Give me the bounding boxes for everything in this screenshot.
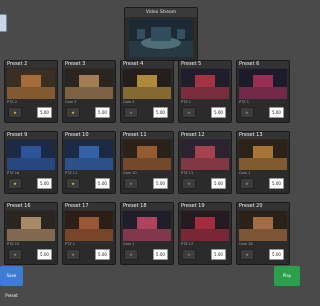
preset-name: Preset 2 — [5, 61, 57, 68]
preset-card[interactable]: Preset 17 PTZ 1 ★ 5.00 — [62, 202, 116, 265]
duration-input[interactable]: 5.00 — [153, 107, 168, 118]
preset-card[interactable]: Preset 12 PTZ 11 ★ 5.00 — [178, 131, 232, 194]
preset-name: Preset 12 — [179, 132, 231, 139]
preset-thumbnail[interactable] — [123, 211, 171, 241]
star-icon[interactable]: ★ — [182, 178, 196, 189]
star-icon[interactable]: ★ — [240, 249, 254, 260]
duration-input[interactable]: 5.00 — [95, 249, 110, 260]
preset-card[interactable]: Preset 20 Cam 18 ★ 5.00 — [236, 202, 290, 265]
preset-thumbnail[interactable] — [181, 69, 229, 99]
preset-camera-label: PTZ 1 — [239, 100, 249, 104]
preset-camera-label: PTZ 11 — [65, 171, 78, 175]
preset-name: Preset 17 — [63, 203, 115, 210]
preset-name: Preset 16 — [5, 203, 57, 210]
star-icon[interactable]: ★ — [66, 178, 80, 189]
preset-card[interactable]: Preset 6 PTZ 1 ★ 5.00 — [236, 60, 290, 123]
video-stream-preview — [129, 19, 193, 57]
duration-input[interactable]: 5.00 — [37, 107, 52, 118]
preset-card[interactable]: Preset 2 PTZ 2 ★ 5.00 — [4, 60, 58, 123]
preset-card[interactable]: Preset 9 PTZ 16 ★ 5.00 — [4, 131, 58, 194]
star-icon[interactable]: ★ — [8, 107, 22, 118]
duration-input[interactable]: 5.00 — [211, 249, 226, 260]
star-icon[interactable]: ★ — [182, 107, 196, 118]
preset-thumbnail[interactable] — [239, 69, 287, 99]
star-icon[interactable]: ★ — [240, 107, 254, 118]
preset-name: Preset 11 — [121, 132, 173, 139]
star-icon[interactable]: ★ — [8, 249, 22, 260]
preset-camera-label: PTZ 15 — [7, 242, 20, 246]
save-preset-button[interactable]: Save Preset — [0, 266, 23, 298]
duration-input[interactable]: 5.00 — [269, 249, 284, 260]
preset-thumbnail[interactable] — [7, 140, 55, 170]
preset-camera-label: Cam 18 — [239, 242, 253, 246]
preset-name: Preset 10 — [63, 132, 115, 139]
star-icon[interactable]: ★ — [124, 178, 138, 189]
duration-input[interactable]: 5.00 — [37, 178, 52, 189]
preset-thumbnail[interactable] — [65, 69, 113, 99]
duration-input[interactable]: 5.00 — [95, 107, 110, 118]
preset-card[interactable]: Preset 4 Cam 3 ★ 5.00 — [120, 60, 174, 123]
duration-input[interactable]: 5.00 — [37, 249, 52, 260]
preset-thumbnail[interactable] — [65, 140, 113, 170]
preset-camera-label: Cam 10 — [123, 171, 137, 175]
preset-card[interactable]: Preset 3 Cam 3 ★ 5.00 — [62, 60, 116, 123]
expand-panel-button[interactable] — [0, 14, 7, 32]
duration-input[interactable]: 5.00 — [95, 178, 110, 189]
preset-name: Preset 13 — [237, 132, 289, 139]
preset-camera-label: PTZ 2 — [7, 100, 17, 104]
preset-camera-label: Cam 3 — [123, 100, 135, 104]
video-stream-panel: Video Stream — [124, 7, 198, 61]
preset-thumbnail[interactable] — [239, 140, 287, 170]
preset-card[interactable]: Preset 19 PTZ 17 ★ 5.00 — [178, 202, 232, 265]
preset-name: Preset 3 — [63, 61, 115, 68]
duration-input[interactable]: 5.00 — [153, 249, 168, 260]
preset-card[interactable]: Preset 13 Cam 1 ★ 5.00 — [236, 131, 290, 194]
star-icon[interactable]: ★ — [124, 107, 138, 118]
preset-name: Preset 6 — [237, 61, 289, 68]
preset-thumbnail[interactable] — [123, 69, 171, 99]
video-stream-title: Video Stream — [125, 8, 197, 17]
star-icon[interactable]: ★ — [66, 107, 80, 118]
preset-name: Preset 9 — [5, 132, 57, 139]
preset-name: Preset 18 — [121, 203, 173, 210]
preset-camera-label: PTZ 16 — [7, 171, 20, 175]
preset-thumbnail[interactable] — [181, 140, 229, 170]
duration-input[interactable]: 5.00 — [211, 107, 226, 118]
preset-card[interactable]: Preset 5 PTZ 1 ★ 5.00 — [178, 60, 232, 123]
play-button[interactable]: Play — [274, 266, 300, 286]
star-icon[interactable]: ★ — [8, 178, 22, 189]
duration-input[interactable]: 5.00 — [211, 178, 226, 189]
preset-name: Preset 20 — [237, 203, 289, 210]
preset-thumbnail[interactable] — [65, 211, 113, 241]
preset-thumbnail[interactable] — [123, 140, 171, 170]
preset-camera-label: PTZ 1 — [65, 242, 75, 246]
preset-camera-label: PTZ 11 — [181, 171, 194, 175]
preset-camera-label: Cam 1 — [239, 171, 251, 175]
preset-grid: Preset 2 PTZ 2 ★ 5.00 Preset 3 Cam 3 ★ 5.00 Pres… — [4, 60, 296, 265]
duration-input[interactable]: 5.00 — [269, 178, 284, 189]
preset-name: Preset 19 — [179, 203, 231, 210]
duration-input[interactable]: 5.00 — [269, 107, 284, 118]
preset-camera-label: PTZ 17 — [181, 242, 194, 246]
preset-thumbnail[interactable] — [181, 211, 229, 241]
duration-input[interactable]: 5.00 — [153, 178, 168, 189]
preset-thumbnail[interactable] — [7, 69, 55, 99]
star-icon[interactable]: ★ — [124, 249, 138, 260]
star-icon[interactable]: ★ — [182, 249, 196, 260]
preset-card[interactable]: Preset 18 Cam 1 ★ 5.00 — [120, 202, 174, 265]
preset-camera-label: Cam 3 — [65, 100, 77, 104]
star-icon[interactable]: ★ — [66, 249, 80, 260]
preset-camera-label: Cam 1 — [123, 242, 135, 246]
preset-camera-label: PTZ 1 — [181, 100, 191, 104]
star-icon[interactable]: ★ — [240, 178, 254, 189]
preset-thumbnail[interactable] — [7, 211, 55, 241]
preset-name: Preset 5 — [179, 61, 231, 68]
preset-card[interactable]: Preset 10 PTZ 11 ★ 5.00 — [62, 131, 116, 194]
preset-name: Preset 4 — [121, 61, 173, 68]
preset-card[interactable]: Preset 11 Cam 10 ★ 5.00 — [120, 131, 174, 194]
preset-card[interactable]: Preset 16 PTZ 15 ★ 5.00 — [4, 202, 58, 265]
preset-thumbnail[interactable] — [239, 211, 287, 241]
